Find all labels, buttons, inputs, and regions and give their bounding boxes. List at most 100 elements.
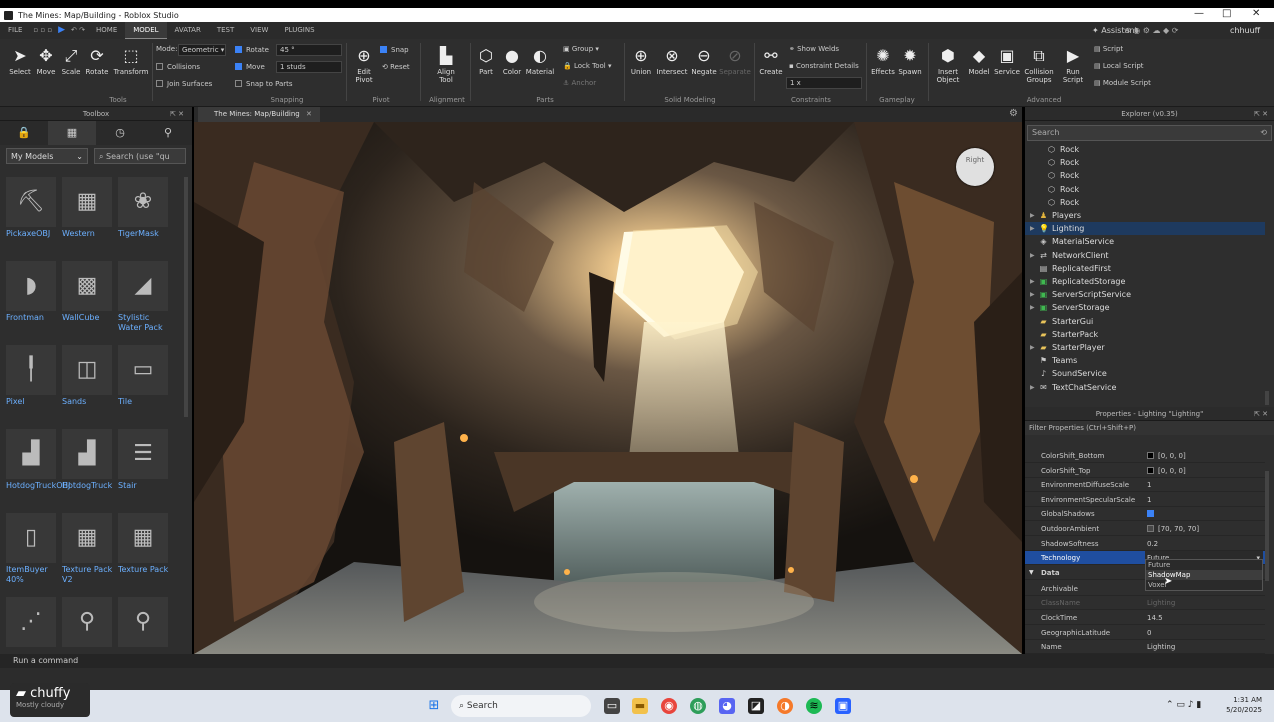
view-cube[interactable]: Right	[956, 148, 994, 186]
expand-arrow-icon[interactable]: ▶	[1030, 275, 1035, 288]
menu-file[interactable]: FILE	[0, 22, 30, 39]
explorer-item[interactable]: ▶ 💡 Lighting	[1025, 222, 1265, 236]
negate-button[interactable]: ⊖ Negate	[690, 47, 718, 77]
property-value[interactable]: 0	[1147, 626, 1151, 640]
explorer-scrollbar[interactable]	[1265, 391, 1269, 405]
explorer-item[interactable]: ⬡ Rock	[1025, 183, 1265, 196]
toolbox-item[interactable]: ▦ Texture Pack	[118, 513, 170, 575]
property-value[interactable]: Lighting	[1147, 640, 1175, 654]
constraint-details-button[interactable]: ▪ Constraint Details	[789, 62, 859, 70]
explorer-item[interactable]: ⬡ Rock	[1025, 156, 1265, 169]
property-row[interactable]: ClassName Lighting	[1025, 596, 1265, 611]
minimize-button[interactable]: —	[1194, 8, 1204, 19]
explorer-item[interactable]: ▶ ▰ StarterPlayer	[1025, 341, 1265, 354]
close-icon[interactable]: ⇱ ✕	[170, 107, 184, 121]
join-surfaces-checkbox[interactable]	[156, 80, 163, 87]
explorer-item[interactable]: ▶ ▣ ReplicatedStorage	[1025, 275, 1265, 288]
module-script-button[interactable]: ▤ Module Script	[1094, 79, 1151, 87]
explorer-item[interactable]: ▶ ✉ TextChatService	[1025, 381, 1265, 393]
tab-avatar[interactable]: AVATAR	[167, 22, 209, 39]
property-value[interactable]: 14.5	[1147, 611, 1163, 625]
explorer-item[interactable]: ▤ ReplicatedFirst	[1025, 262, 1265, 275]
collisions-toggle[interactable]: Collisions	[156, 63, 200, 71]
toolbox-item[interactable]: ⋰	[6, 597, 58, 649]
system-tray-icons[interactable]: ⌃ ▭ ♪ ▮	[1166, 700, 1201, 710]
property-checkbox[interactable]	[1147, 510, 1154, 518]
property-row[interactable]: ClockTime 14.5	[1025, 611, 1265, 625]
property-value[interactable]: 1	[1147, 478, 1151, 492]
weather-widget[interactable]: ▰ chuffy Mostly cloudy	[10, 683, 90, 717]
select-tool-button[interactable]: ➤ Select	[8, 47, 32, 77]
constraint-scale-input[interactable]: 1 x	[786, 77, 862, 89]
gear-icon[interactable]: ⚙	[1009, 108, 1018, 119]
run-script-button[interactable]: ▶ Run Script	[1058, 47, 1088, 85]
toolbox-item[interactable]: ▯ ItemBuyer 40%	[6, 513, 58, 585]
property-row[interactable]: ShadowSoftness 0.2	[1025, 537, 1265, 551]
spotify-icon[interactable]: ≋	[806, 698, 822, 714]
close-button[interactable]: ✕	[1252, 8, 1260, 19]
effects-button[interactable]: ✺ Effects	[870, 47, 896, 77]
properties-scrollbar[interactable]	[1265, 471, 1269, 581]
play-icon[interactable]: ▶	[55, 22, 68, 39]
create-constraint-button[interactable]: ⚯ Create	[758, 47, 784, 77]
windows-start-icon[interactable]: ⊞	[426, 698, 442, 714]
toolbox-item[interactable]: ▦ Western	[62, 177, 114, 239]
explorer-item[interactable]: ▶ ▣ ServerStorage	[1025, 301, 1265, 314]
union-button[interactable]: ⊕ Union	[628, 47, 654, 77]
category-dropdown[interactable]: My Models ⌄	[6, 148, 88, 164]
discord-icon[interactable]: ◕	[719, 698, 735, 714]
join-surfaces-toggle[interactable]: Join Surfaces	[156, 80, 212, 88]
move-snap-input[interactable]: 1 studs	[276, 61, 342, 73]
reset-pivot-button[interactable]: ⟲ Reset	[382, 63, 410, 71]
toolbox-item[interactable]: ⛏ PickaxeOBJ	[6, 177, 58, 239]
separate-button[interactable]: ⊘ Separate	[719, 47, 751, 77]
toolbox-item[interactable]: ◫ Sands	[62, 345, 114, 407]
close-icon[interactable]: ✕	[306, 110, 312, 118]
explorer-item[interactable]: ▶ ▣ ServerScriptService	[1025, 288, 1265, 301]
chrome-icon[interactable]: ◉	[661, 698, 677, 714]
spawn-button[interactable]: ✹ Spawn	[897, 47, 923, 77]
snap-to-parts-toggle[interactable]: Snap to Parts	[235, 80, 293, 88]
expand-arrow-icon[interactable]: ▶	[1030, 301, 1035, 314]
explorer-item[interactable]: ⬡ Rock	[1025, 196, 1265, 209]
tab-inventory-lock[interactable]: 🔒	[0, 121, 48, 145]
close-icon[interactable]: ⇱ ✕	[1254, 107, 1268, 121]
property-value[interactable]: [0, 0, 0]	[1147, 449, 1186, 463]
color-swatch[interactable]	[1147, 525, 1154, 532]
color-swatch[interactable]	[1147, 452, 1154, 459]
toolbox-item[interactable]: ⚲	[118, 597, 170, 649]
tab-home[interactable]: HOME	[88, 22, 125, 39]
properties-filter-input[interactable]: Filter Properties (Ctrl+Shift+P)	[1025, 421, 1274, 435]
intersect-button[interactable]: ⊗ Intersect	[655, 47, 689, 77]
explorer-item[interactable]: ◈ MaterialService	[1025, 235, 1265, 248]
toolbox-search-input[interactable]: ⌕ Search (use "qu	[94, 148, 186, 164]
task-view-icon[interactable]: ▭	[604, 698, 620, 714]
property-row[interactable]: ColorShift_Bottom [0, 0, 0]	[1025, 449, 1265, 463]
explorer-item[interactable]: ⚑ Teams	[1025, 354, 1265, 367]
tab-plugins[interactable]: PLUGINS	[276, 22, 322, 39]
tab-marketplace[interactable]: ▦	[48, 121, 96, 145]
snap-checkbox[interactable]	[380, 46, 387, 53]
edit-pivot-button[interactable]: ⊕ Edit Pivot	[350, 47, 378, 85]
toolbox-item[interactable]: ☰ Stair	[118, 429, 170, 491]
file-explorer-icon[interactable]: ▬	[632, 698, 648, 714]
anchor-button[interactable]: ⚓ Anchor	[563, 79, 596, 87]
expand-arrow-icon[interactable]: ▶	[1030, 341, 1035, 354]
toolbox-item[interactable]: ⚲	[62, 597, 114, 649]
expand-arrow-icon[interactable]: ▶	[1030, 249, 1035, 262]
tab-recent[interactable]: ◷	[96, 121, 144, 145]
toolbox-item[interactable]: ▩ WallCube	[62, 261, 114, 323]
property-row[interactable]: EnvironmentDiffuseScale 1	[1025, 478, 1265, 493]
undo-redo-icons[interactable]: ↶ ↷	[68, 22, 88, 39]
history-icon[interactable]: ⟲	[1260, 128, 1267, 137]
property-value[interactable]: [0, 0, 0]	[1147, 464, 1186, 478]
toolbox-item[interactable]: ◗ Frontman	[6, 261, 58, 323]
move-snap-toggle[interactable]: Move	[235, 63, 265, 71]
collision-groups-button[interactable]: ⧉ Collision Groups	[1022, 47, 1056, 85]
collapse-arrow-icon[interactable]: ▼	[1029, 566, 1034, 580]
expand-arrow-icon[interactable]: ▶	[1030, 381, 1035, 393]
toolbox-item[interactable]: ╿ Pixel	[6, 345, 58, 407]
rotate-snap-checkbox[interactable]	[235, 46, 242, 53]
close-icon[interactable]: ⇱ ✕	[1254, 407, 1268, 421]
tab-test[interactable]: TEST	[209, 22, 242, 39]
